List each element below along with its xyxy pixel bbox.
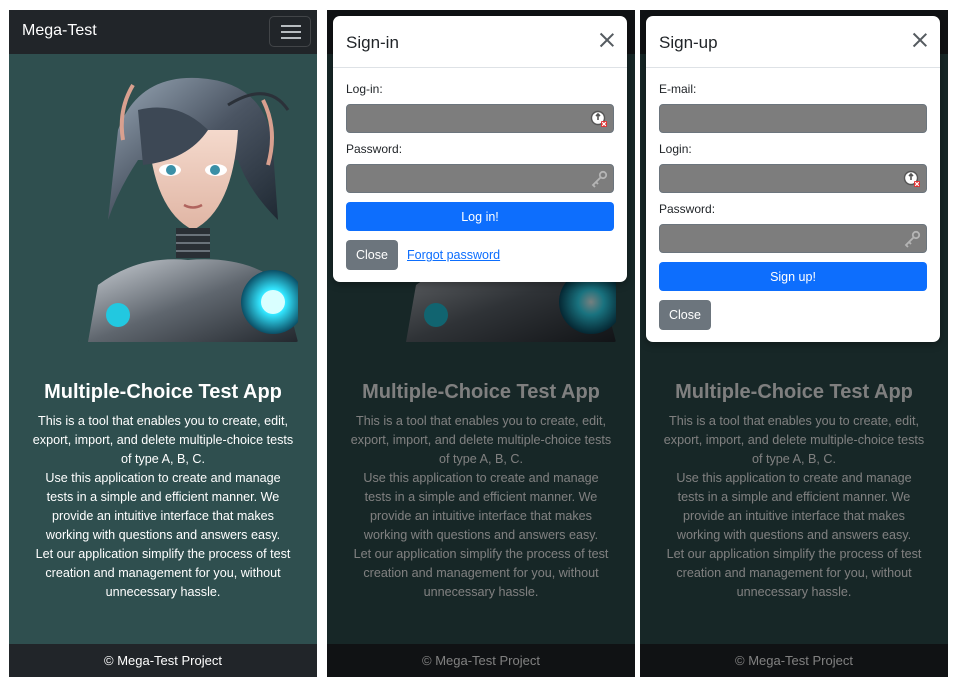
login-input[interactable] xyxy=(346,104,614,133)
password-manager-key-icon[interactable] xyxy=(590,110,608,128)
email-field-wrap xyxy=(659,104,927,133)
footer: © Mega-Test Project xyxy=(9,644,317,677)
modal-header: Sign-in xyxy=(333,16,627,68)
modal-actions: Close Forgot password xyxy=(346,240,614,270)
email-label: E-mail: xyxy=(659,82,697,96)
password-manager-key-icon[interactable] xyxy=(903,170,921,188)
navbar-brand[interactable]: Mega-Test xyxy=(22,22,97,40)
navbar: Mega-Test xyxy=(9,10,317,54)
description-line: This is a tool that enables you to creat… xyxy=(32,414,294,466)
login-field-wrap xyxy=(346,104,614,133)
screen-signin: Mega-Test Multiple-Choice Test App This … xyxy=(327,10,635,677)
forgot-password-link[interactable]: Forgot password xyxy=(407,248,500,262)
password-input[interactable] xyxy=(346,164,614,193)
login-label: Log-in: xyxy=(346,82,383,96)
signup-submit-button[interactable]: Sign up! xyxy=(659,262,927,291)
key-icon[interactable] xyxy=(903,230,921,248)
modal-body: Log-in: Password: Log in! Close Forgot p… xyxy=(333,68,627,282)
login-submit-button[interactable]: Log in! xyxy=(346,202,614,231)
modal-body: E-mail: Login: Password: Sign up! Close xyxy=(646,68,940,342)
email-input[interactable] xyxy=(659,104,927,133)
login-input[interactable] xyxy=(659,164,927,193)
screen-signup: Mega-Test Multiple-Choice Test App This … xyxy=(640,10,948,677)
login-label: Login: xyxy=(659,142,692,156)
description-line: Use this application to create and manag… xyxy=(45,471,281,542)
close-button[interactable]: Close xyxy=(346,240,398,270)
signup-modal: Sign-up E-mail: Login: Password: Sign up… xyxy=(646,16,940,342)
password-input[interactable] xyxy=(659,224,927,253)
password-field-wrap xyxy=(659,224,927,253)
close-icon[interactable] xyxy=(599,32,615,48)
signin-modal: Sign-in Log-in: Password: Log in! Close … xyxy=(333,16,627,282)
modal-actions: Close xyxy=(659,300,927,330)
menu-toggle-button[interactable] xyxy=(269,16,311,47)
screen-main: Mega-Test Multiple-Choice Test App This … xyxy=(9,10,317,677)
page-title: Multiple-Choice Test App xyxy=(44,381,282,403)
modal-title: Sign-up xyxy=(659,33,718,52)
close-button[interactable]: Close xyxy=(659,300,711,330)
password-label: Password: xyxy=(346,142,403,156)
modal-header: Sign-up xyxy=(646,16,940,68)
key-icon[interactable] xyxy=(590,170,608,188)
login-field-wrap xyxy=(659,164,927,193)
close-icon[interactable] xyxy=(912,32,928,48)
hero-image xyxy=(78,70,298,342)
modal-title: Sign-in xyxy=(346,33,399,52)
password-label: Password: xyxy=(659,202,716,216)
app-description: This is a tool that enables you to creat… xyxy=(9,412,317,602)
description-line: Let our application simplify the process… xyxy=(35,547,291,599)
password-field-wrap xyxy=(346,164,614,193)
